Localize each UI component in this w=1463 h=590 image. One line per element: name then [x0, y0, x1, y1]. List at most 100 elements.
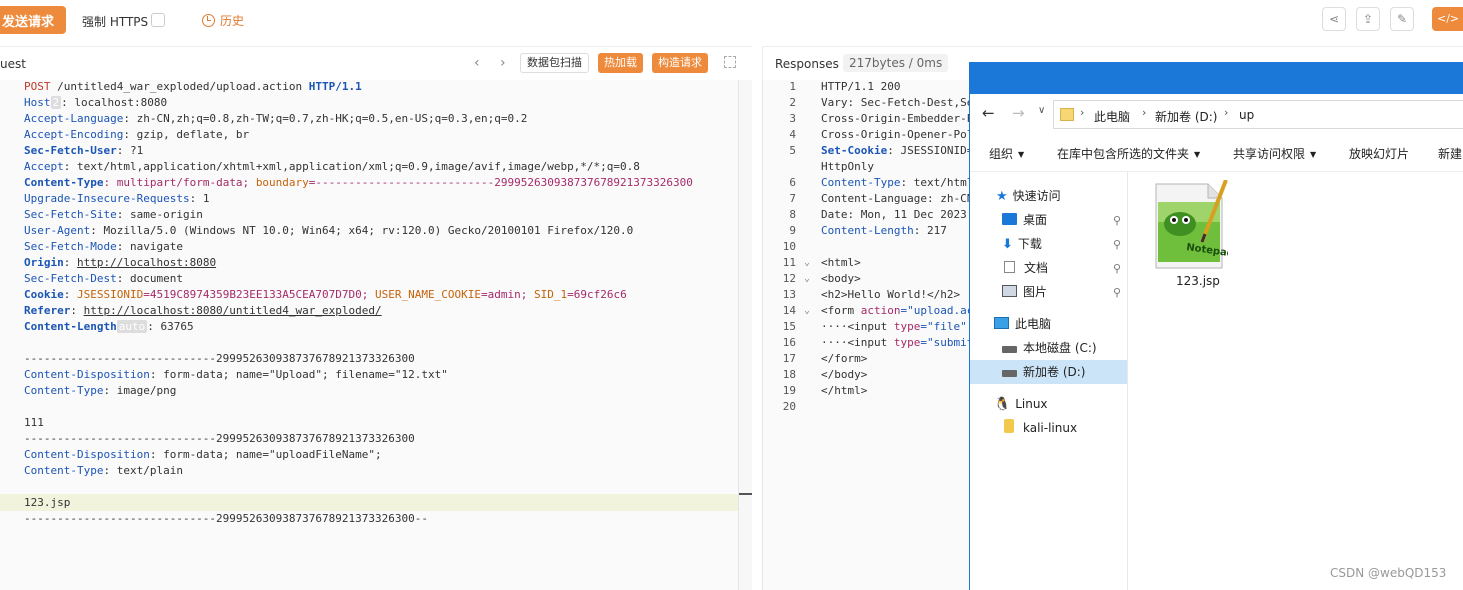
code-line: Content-Type: multipart/form-data; bound…	[24, 176, 693, 189]
line-number: 11	[782, 256, 796, 269]
origin-link[interactable]: http://localhost:8080	[77, 256, 216, 269]
line-number: 3	[789, 112, 796, 125]
address-box[interactable]: › 此电脑 › 新加卷 (D:) › up	[1053, 100, 1463, 129]
packet-scan-button[interactable]: 数据包扫描	[520, 53, 589, 73]
code-line: Content-Language: zh-CN	[821, 192, 974, 205]
folder-icon	[1060, 108, 1074, 121]
nav-d-drive[interactable]: 新加卷 (D:)	[970, 360, 1127, 384]
recent-locations-chevron-icon[interactable]: ∨	[1038, 105, 1045, 116]
line-number: 9	[789, 224, 796, 237]
fold-chevron-icon[interactable]: ⌄	[804, 271, 810, 287]
nav-quick-access[interactable]: ★ 快速访问	[996, 184, 1061, 208]
code-line: Date: Mon, 11 Dec 2023	[821, 208, 967, 221]
send-request-button[interactable]: 发送请求	[0, 6, 66, 34]
breadcrumb-up[interactable]: up	[1239, 108, 1254, 122]
line-number: 1	[789, 80, 796, 93]
notepad-plus-plus-file-icon[interactable]: Notepad	[1152, 179, 1235, 272]
response-title: Responses	[775, 57, 839, 71]
code-line: Content-Length auto: 63765	[24, 320, 194, 333]
build-request-button[interactable]: 构造请求	[652, 53, 708, 73]
nav-pictures[interactable]: 图片	[1002, 280, 1047, 304]
line-number: 16	[782, 336, 796, 349]
pin-icon[interactable]: ⚲	[1113, 262, 1121, 275]
request-scrollbar[interactable]	[738, 80, 752, 590]
dropdown-arrow-icon: ▼	[1310, 150, 1317, 159]
file-name-label[interactable]: 123.jsp	[1176, 274, 1220, 288]
chevron-right-icon[interactable]: ›	[500, 55, 506, 71]
pin-icon[interactable]: ⚲	[1113, 286, 1121, 299]
line-number: 4	[789, 128, 796, 141]
pin-icon[interactable]: ⚲	[1113, 238, 1121, 251]
chevron-right-icon: ›	[1142, 106, 1147, 119]
code-line: 111	[24, 416, 44, 429]
code-line: <h2>Hello World!</h2>	[821, 288, 961, 301]
drive-icon	[1002, 346, 1017, 353]
ribbon-organize[interactable]: 组织 ▼	[989, 145, 1024, 162]
code-line: <html>	[821, 256, 861, 269]
history-button[interactable]: 历史	[202, 12, 244, 29]
nav-kali-linux[interactable]: kali-linux	[1004, 416, 1077, 440]
share-icon[interactable]: ⋖	[1322, 7, 1346, 31]
code-line: <body>	[821, 272, 861, 285]
code-line: <form action="upload.ac	[821, 304, 974, 317]
history-label: 历史	[220, 14, 245, 28]
ribbon-new-folder[interactable]: 新建	[1438, 145, 1462, 162]
force-https-checkbox[interactable]	[151, 13, 165, 27]
code-line: Content-Type: text/plain	[24, 464, 183, 477]
code-line: Sec-Fetch-User: ?1	[24, 144, 144, 157]
fold-chevron-icon[interactable]: ⌄	[804, 303, 810, 319]
code-line: Content-Type: text/html	[821, 176, 974, 189]
chevron-right-icon: ›	[1080, 106, 1085, 119]
code-line: Sec-Fetch-Mode: navigate	[24, 240, 183, 253]
code-line: -----------------------------29995263093…	[24, 432, 415, 445]
code-line: </html>	[821, 384, 868, 397]
dropdown-arrow-icon: ▼	[1194, 150, 1201, 159]
code-line: Accept-Language: zh-CN,zh;q=0.8,zh-TW;q=…	[24, 112, 528, 125]
drive-icon	[1002, 370, 1017, 377]
code-line: Cookie: JSESSIONID=4519C8974359B23EE133A…	[24, 288, 627, 301]
explorer-ribbon: 组织 ▼ 在库中包含所选的文件夹 ▼ 共享访问权限 ▼ 放映幻灯片 新建	[970, 134, 1463, 172]
current-line-highlight	[0, 494, 738, 511]
breadcrumb-d-drive[interactable]: 新加卷 (D:)	[1155, 108, 1217, 125]
nav-this-pc[interactable]: 此电脑	[994, 312, 1051, 336]
code-line: Cross-Origin-Embedder-P	[821, 112, 974, 125]
fold-chevron-icon[interactable]: ⌄	[804, 255, 810, 271]
generate-code-button[interactable]: </> 生	[1432, 7, 1463, 31]
code-line: -----------------------------29995263093…	[24, 512, 428, 525]
back-arrow-icon[interactable]: ←	[982, 104, 995, 122]
breadcrumb-this-pc[interactable]: 此电脑	[1094, 108, 1130, 125]
nav-documents[interactable]: 文档	[1004, 256, 1048, 280]
expand-icon[interactable]	[724, 56, 736, 68]
clock-icon	[202, 14, 215, 27]
code-line: Sec-Fetch-Site: same-origin	[24, 208, 203, 221]
forward-arrow-icon[interactable]: →	[1012, 104, 1025, 122]
code-line: Cross-Origin-Opener-Pol	[821, 128, 974, 141]
hot-reload-button[interactable]: 热加载	[598, 53, 643, 73]
export-icon[interactable]: ⇪	[1356, 7, 1380, 31]
ribbon-share[interactable]: 共享访问权限 ▼	[1233, 145, 1316, 162]
referer-link[interactable]: http://localhost:8080/untitled4_war_expl…	[84, 304, 382, 317]
nav-linux[interactable]: 🐧 Linux	[994, 392, 1048, 416]
file-list-pane: Notepad 123.jsp	[1128, 172, 1463, 590]
ribbon-include-in-library[interactable]: 在库中包含所选的文件夹 ▼	[1057, 145, 1200, 162]
code-line: Origin: http://localhost:8080	[24, 256, 217, 269]
chevron-left-icon[interactable]: ‹	[474, 55, 480, 71]
download-icon: ⬇	[1002, 237, 1013, 252]
ribbon-slideshow[interactable]: 放映幻灯片	[1349, 145, 1409, 162]
nav-desktop[interactable]: 桌面	[1002, 208, 1047, 232]
line-number: 13	[782, 288, 796, 301]
nav-c-drive[interactable]: 本地磁盘 (C:)	[1002, 336, 1097, 360]
code-line: ····<input type="file"	[821, 320, 967, 333]
star-icon: ★	[996, 189, 1008, 204]
nav-downloads[interactable]: ⬇ 下载	[1002, 232, 1042, 256]
pin-icon[interactable]: ⚲	[1113, 214, 1121, 227]
edit-icon[interactable]: ✎	[1390, 7, 1414, 31]
code-line: HttpOnly	[821, 160, 874, 173]
scroll-position-marker	[739, 493, 752, 495]
line-number: 18	[782, 368, 796, 381]
code-line: Content-Disposition: form-data; name="Up…	[24, 368, 448, 381]
line-number: 20	[782, 400, 796, 413]
explorer-titlebar[interactable]	[970, 62, 1463, 94]
line-number: 14	[782, 304, 796, 317]
code-line: Upgrade-Insecure-Requests: 1	[24, 192, 210, 205]
